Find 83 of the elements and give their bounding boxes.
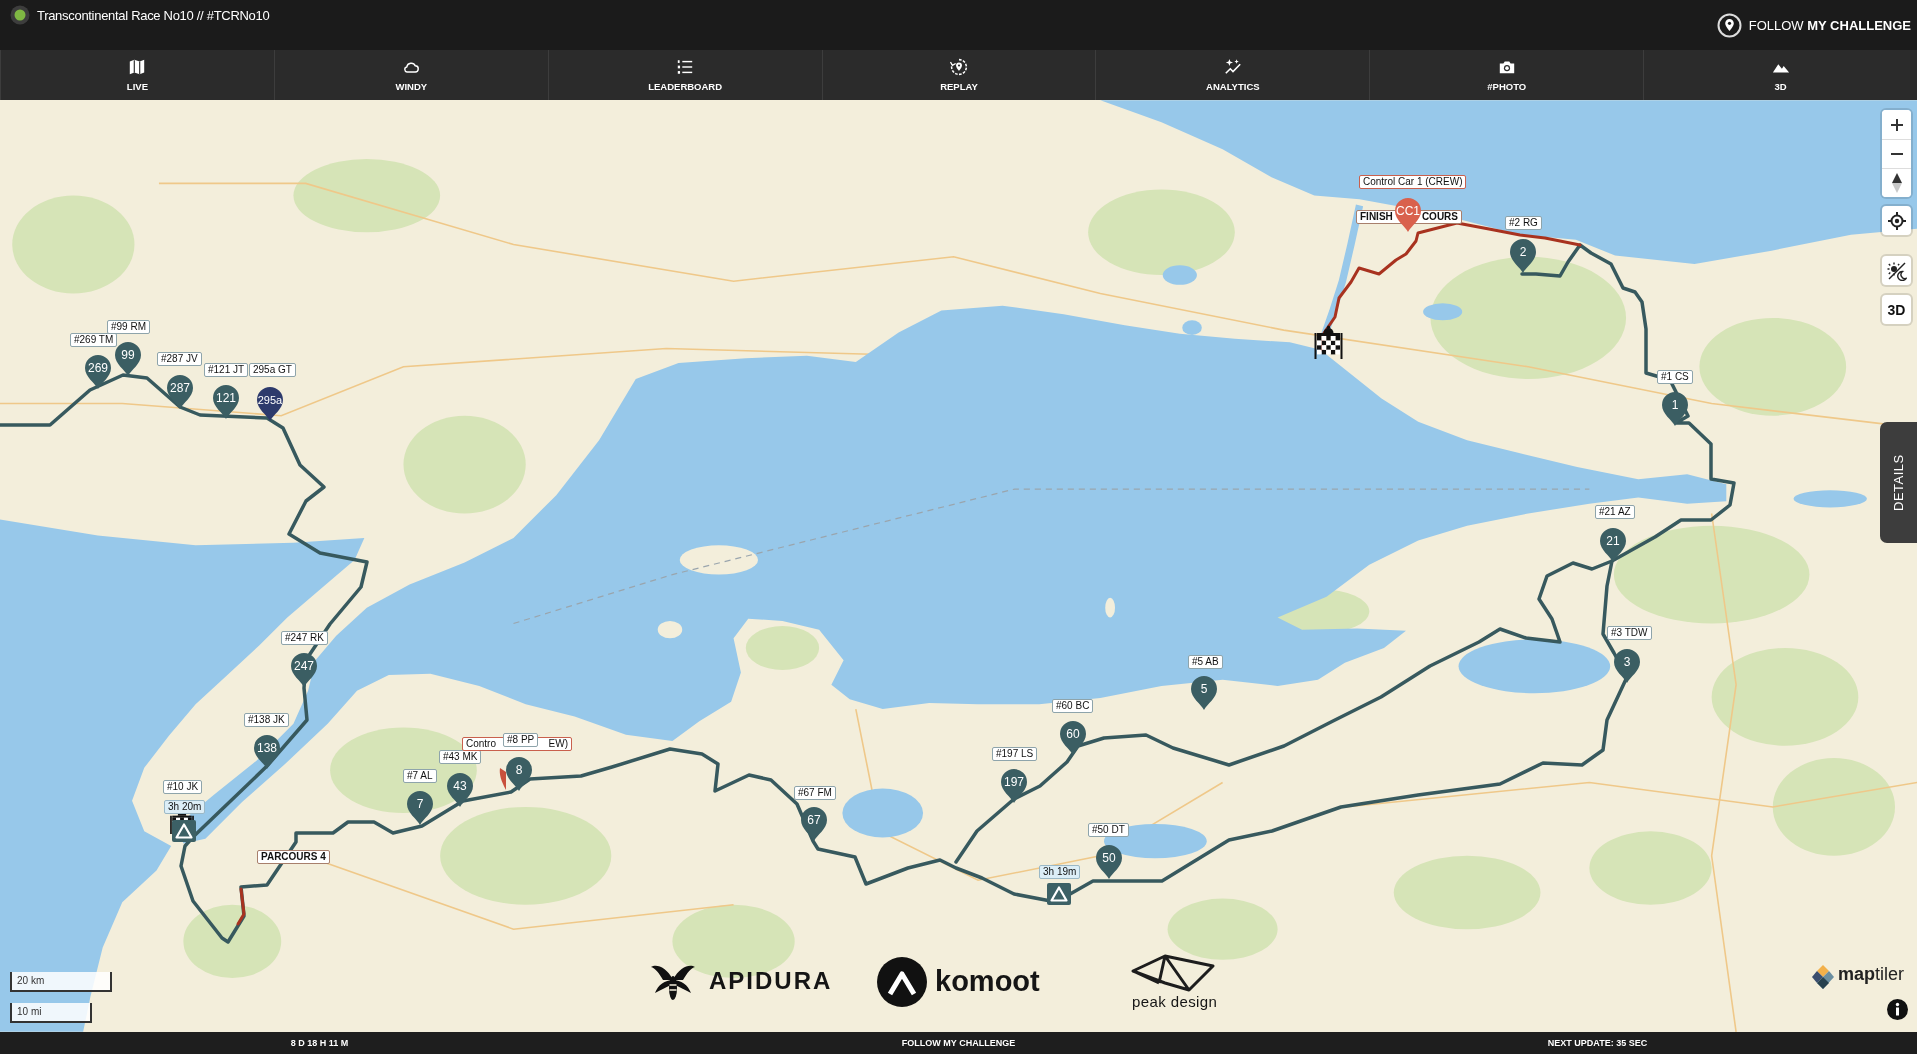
rider-tag: #8 PP <box>503 733 539 747</box>
map-pin[interactable]: 60 <box>1060 721 1086 755</box>
rider-tag: 295a GT <box>249 363 296 377</box>
sun-moon-icon <box>1886 260 1907 281</box>
map-icon <box>128 58 147 76</box>
circular-arrow-icon <box>950 58 968 76</box>
scale-bar: 20 km <box>10 972 112 992</box>
lake <box>1162 265 1197 285</box>
rider-tag: #2 RG <box>1505 216 1542 230</box>
rider-tag: #138 JK <box>244 713 289 727</box>
compass-button[interactable] <box>1882 168 1911 197</box>
tent-icon <box>1047 883 1071 905</box>
plus-icon <box>1890 118 1903 131</box>
rider-tag: #60 BC <box>1052 699 1094 713</box>
map-pin[interactable]: 43 <box>447 773 473 807</box>
island <box>1105 597 1115 618</box>
scale-bar: 10 mi <box>10 1003 92 1023</box>
sponsor-name: peak design <box>1132 994 1218 1009</box>
peak-circle-icon <box>877 957 927 1007</box>
location-pin-icon <box>1716 12 1742 38</box>
tent-icon <box>172 820 196 842</box>
follow-button[interactable]: FOLLOW MY CHALLENGE <box>1714 10 1913 40</box>
rider-tag: #50 DT <box>1088 823 1129 837</box>
rider-tag: #7 AL <box>403 769 437 783</box>
time-tag: 3h 19m <box>1039 865 1081 879</box>
rider-tag: #3 TDW <box>1607 626 1652 640</box>
elapsed-time: 8 D 18 H 11 M <box>290 1038 349 1048</box>
course-tag: PARCOURS 4 <box>257 850 330 864</box>
status-dot-icon <box>10 5 30 25</box>
rider-tag: #10 JK <box>163 780 203 794</box>
rider-tag: #197 LS <box>992 747 1038 761</box>
rider-tag: #21 AZ <box>1595 505 1635 519</box>
minus-icon <box>1890 153 1903 155</box>
follow-link[interactable]: FOLLOW MY CHALLENGE <box>901 1038 1016 1048</box>
sponsor-name: APIDURA <box>709 969 833 993</box>
rider-tag: #247 RK <box>281 631 328 645</box>
view-3d-button[interactable]: 3D <box>1882 295 1911 324</box>
map-pin[interactable]: 247 <box>291 653 317 687</box>
compass-icon <box>1891 173 1902 193</box>
rider-tag: #287 JV <box>157 352 202 366</box>
crew-tag: Control Car 1 (CREW) <box>1359 175 1467 189</box>
chart-sparkle-icon <box>1223 58 1242 76</box>
details-tab[interactable]: DETAILS <box>1880 422 1917 543</box>
map-pin[interactable]: 67 <box>801 807 827 841</box>
map-pin[interactable]: 269 <box>85 355 111 389</box>
provider-name: maptiler <box>1838 965 1905 983</box>
crosshair-icon <box>1887 211 1906 230</box>
lake <box>1423 303 1463 321</box>
map-pin[interactable]: 197 <box>1001 769 1027 803</box>
map-pin[interactable] <box>499 768 506 790</box>
island <box>657 621 683 639</box>
map-pin[interactable]: 3 <box>1614 649 1640 683</box>
rider-tag: #1 CS <box>1657 370 1693 384</box>
diamond-logo-icon <box>1812 965 1834 989</box>
update-countdown: NEXT UPDATE: 35 SEC <box>1547 1038 1648 1048</box>
rider-tag: #67 FM <box>794 786 836 800</box>
map-pin[interactable]: 1 <box>1662 392 1688 426</box>
rider-tag: #5 AB <box>1188 655 1223 669</box>
list-icon <box>676 58 695 76</box>
rider-tag: #43 MK <box>439 750 482 764</box>
map-pin[interactable]: 287 <box>167 375 193 409</box>
map-pin[interactable]: 50 <box>1096 845 1122 879</box>
info-icon[interactable] <box>1887 999 1908 1020</box>
app-title: Transcontinental Race No10 // #TCRNo10 <box>37 7 270 23</box>
time-tag: 3h 20m <box>164 800 206 814</box>
locate-button[interactable] <box>1882 206 1911 235</box>
rider-tag: #121 JT <box>204 363 249 377</box>
map-pin[interactable]: 5 <box>1191 676 1217 710</box>
map-pin[interactable]: 121 <box>213 385 239 419</box>
map-pin[interactable]: 8 <box>506 757 532 791</box>
day-night-button[interactable] <box>1882 256 1911 285</box>
map-pin[interactable]: 99 <box>115 342 141 376</box>
map-pin[interactable]: 138 <box>254 735 280 769</box>
sponsor-name: komoot <box>935 967 1040 996</box>
checkered-flag-icon <box>1312 325 1345 359</box>
lake <box>1182 320 1202 335</box>
rider-tag: #269 TM <box>70 333 118 347</box>
map-pin[interactable]: 2 <box>1510 239 1536 273</box>
map-pin[interactable]: 7 <box>407 791 433 825</box>
map-pin[interactable]: 295a <box>257 387 283 421</box>
rider-tag: #99 RM <box>107 320 150 334</box>
map-pin[interactable]: 21 <box>1600 528 1626 562</box>
camera-icon <box>1497 58 1516 76</box>
